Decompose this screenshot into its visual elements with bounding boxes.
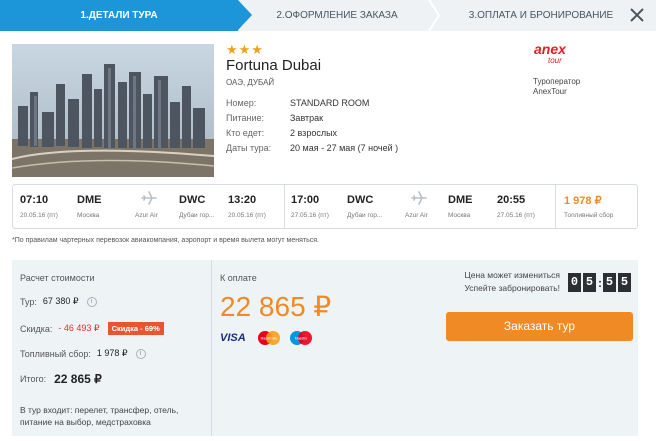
step-payment[interactable]: 3.Оплата и бронирование <box>448 0 634 31</box>
info-label: Питание: <box>226 113 265 123</box>
arr-time: 13:20 <box>228 194 257 206</box>
dep-date: 20.05.16 (пт) <box>20 212 58 219</box>
total-value: 22 865 ₽ <box>54 372 102 386</box>
flight-outbound[interactable]: 07:10 20.05.16 (пт) DME Москва Azur Air … <box>13 185 284 228</box>
price-breakdown: Расчет стоимости Тур: 67 380 ₽ i Скидка:… <box>12 260 212 436</box>
info-label: Кто едет: <box>226 128 265 138</box>
hotel-location: ОАЭ, ДУБАЙ <box>226 78 275 87</box>
arr-city: Москва <box>448 212 471 219</box>
info-icon[interactable]: i <box>86 296 97 307</box>
discount-value: - 46 493 ₽ <box>58 323 100 333</box>
flights-panel: 07:10 20.05.16 (пт) DME Москва Azur Air … <box>12 184 638 229</box>
timer-colon: : <box>598 275 602 290</box>
dep-code: DME <box>77 194 102 206</box>
hotel-stars: ★★★ <box>226 42 264 57</box>
fuel-surcharge: 1 978 ₽ Топливный сбор <box>555 185 637 228</box>
fuel-label: Топливный сбор <box>564 212 614 219</box>
fuel-price: 1 978 ₽ <box>564 195 602 207</box>
discount-label: Скидка: <box>20 323 53 334</box>
info-value: 2 взрослых <box>290 128 338 138</box>
total-label: Итого: <box>20 374 47 384</box>
booking-modal: 1.Детали тура 2.Оформление заказа 3.Опла… <box>0 0 656 441</box>
book-tour-button[interactable]: Заказать тур <box>446 312 633 341</box>
discount-row: Скидка: - 46 493 ₽ Скидка - 69% <box>20 322 164 335</box>
arr-date: 27.05.16 (пт) <box>497 212 535 219</box>
timer-digit: 5 <box>583 273 596 292</box>
pay-amount: 22 865 ₽ <box>220 291 332 322</box>
tour-label: Тур: <box>20 296 37 307</box>
fuel-value: 1 978 ₽ <box>96 348 128 358</box>
steps-bar: 1.Детали тура 2.Оформление заказа 3.Опла… <box>0 0 656 31</box>
arr-city: Дубаи гор... <box>179 212 215 219</box>
tour-value: 67 380 ₽ <box>42 296 79 306</box>
operator-label: Туроператор <box>533 77 581 86</box>
step-tour-details[interactable]: 1.Детали тура <box>0 0 252 31</box>
info-row-travelers: Кто едет: 2 взрослых <box>226 128 398 143</box>
dep-time: 07:10 <box>20 194 49 206</box>
arr-code: DME <box>448 194 473 206</box>
payment-cards: VISA MasterCard Maestro <box>220 330 314 346</box>
arr-date: 20.05.16 (пт) <box>228 212 266 219</box>
timer-digit: 5 <box>603 273 616 292</box>
tour-includes: В тур входит: перелет, трансфер, отель, … <box>20 405 179 427</box>
dep-code: DWC <box>347 194 374 206</box>
info-value: 20 мая - 27 мая (7 ночей ) <box>290 143 399 153</box>
dep-time: 17:00 <box>291 194 320 206</box>
airline: Azur Air <box>405 212 428 219</box>
info-row-dates: Даты тура: 20 мая - 27 мая (7 ночей ) <box>226 143 398 158</box>
arr-code: DWC <box>179 194 206 206</box>
info-label: Даты тура: <box>226 143 272 153</box>
price-change-warning: Цена может измениться Успейте заброниров… <box>464 270 560 293</box>
operator-info: Туроператор AnexTour <box>533 77 580 97</box>
info-row-room: Номер: STANDARD ROOM <box>226 98 398 113</box>
operator-name: AnexTour <box>533 87 567 96</box>
charter-note: *По правилам чартерных перевозок авиаком… <box>12 237 319 244</box>
svg-text:MasterCard: MasterCard <box>260 337 277 341</box>
close-icon[interactable] <box>628 6 646 24</box>
plane-icon <box>411 191 427 205</box>
price-title: Расчет стоимости <box>20 273 95 283</box>
airline: Azur Air <box>135 212 158 219</box>
maestro-logo: Maestro <box>289 331 312 345</box>
operator-logo: anex tour <box>534 41 566 65</box>
info-value: Завтрак <box>290 113 324 123</box>
arr-time: 20:55 <box>497 194 526 206</box>
fuel-row: Топливный сбор: 1 978 ₽ i <box>20 348 146 359</box>
visa-logo: VISA <box>220 332 246 344</box>
info-value: STANDARD ROOM <box>290 98 370 108</box>
svg-text:Maestro: Maestro <box>295 337 307 341</box>
info-label: Номер: <box>226 98 257 108</box>
timer-digit: 0 <box>568 273 581 292</box>
info-icon[interactable]: i <box>135 348 146 359</box>
countdown-timer: 0 5 : 5 5 <box>568 273 633 292</box>
flight-return[interactable]: 17:00 27.05.16 (пт) DWC Дубаи гор... Azu… <box>284 185 555 228</box>
dep-city: Москва <box>77 212 100 219</box>
total-row: Итого: 22 865 ₽ <box>20 372 102 386</box>
step-order[interactable]: 2.Оформление заказа <box>252 0 422 31</box>
fuel-label: Топливный сбор: <box>20 348 91 359</box>
timer-digit: 5 <box>618 273 631 292</box>
pay-label: К оплате <box>220 273 257 283</box>
info-row-meal: Питание: Завтрак <box>226 113 398 128</box>
dep-date: 27.05.16 (пт) <box>291 212 329 219</box>
step-separator <box>428 0 440 31</box>
discount-badge: Скидка - 69% <box>107 322 164 335</box>
tour-price-row: Тур: 67 380 ₽ i <box>20 296 97 307</box>
price-panel: Расчет стоимости Тур: 67 380 ₽ i Скидка:… <box>12 260 638 436</box>
hotel-photo[interactable] <box>12 44 214 177</box>
dep-city: Дубаи гор... <box>347 212 383 219</box>
plane-icon <box>141 191 157 205</box>
mastercard-logo: MasterCard <box>257 331 280 345</box>
hotel-name: Fortuna Dubai <box>226 57 322 74</box>
tour-info: Номер: STANDARD ROOM Питание: Завтрак Кт… <box>226 98 398 158</box>
